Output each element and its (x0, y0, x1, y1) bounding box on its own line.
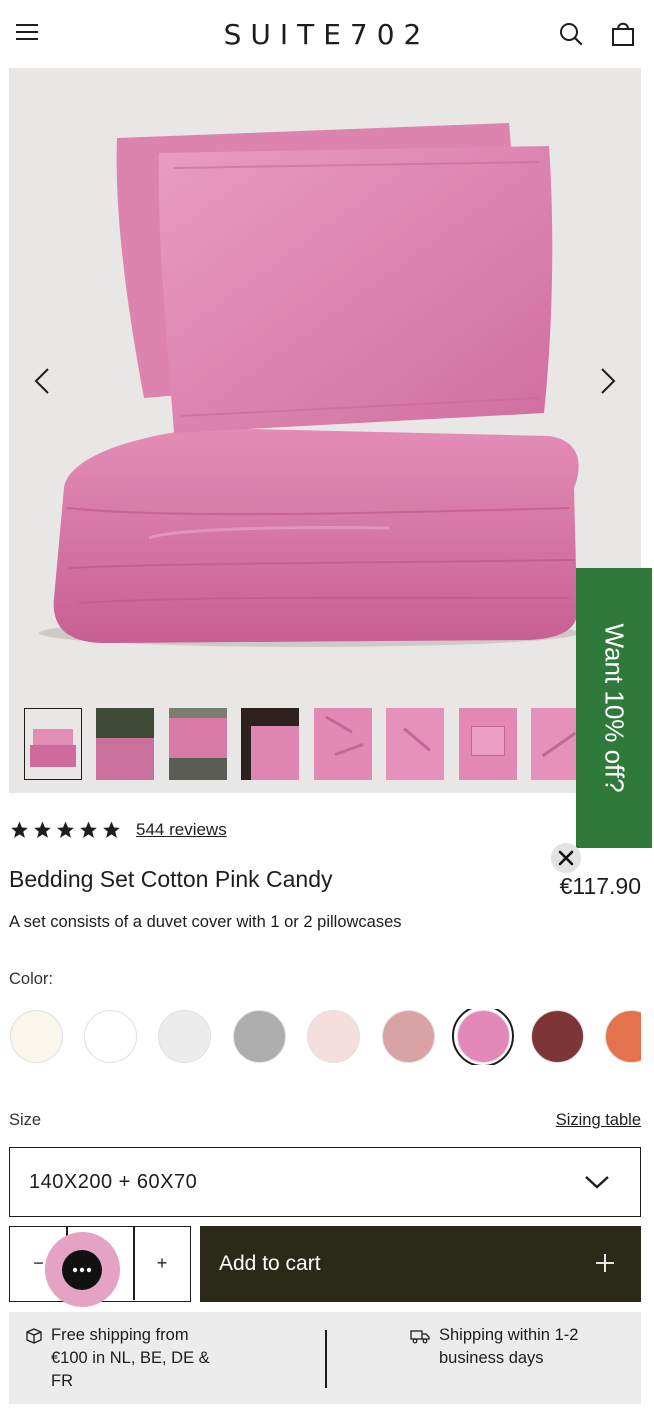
thumbnail-3[interactable] (168, 708, 227, 780)
truck-icon (410, 1330, 430, 1344)
size-select[interactable]: 140X200 + 60X70 (9, 1147, 641, 1217)
thumbnail-2[interactable] (96, 708, 155, 780)
sizing-table-link[interactable]: Sizing table (556, 1111, 641, 1130)
star-icon (34, 821, 51, 838)
color-swatches (9, 1009, 641, 1065)
discount-promo-tab[interactable]: Want 10% off? (576, 568, 652, 848)
add-to-cart-label: Add to cart (219, 1252, 321, 1275)
reviews-link[interactable]: 544 reviews (136, 820, 227, 840)
star-icon (57, 821, 74, 838)
chevron-right-icon[interactable] (589, 363, 625, 399)
star-icon (103, 821, 120, 838)
chevron-left-icon[interactable] (25, 363, 61, 399)
color-swatch-selected[interactable] (457, 1010, 510, 1063)
star-icon (11, 821, 28, 838)
site-header: SUITE702 (0, 0, 654, 68)
thumbnail-7[interactable] (458, 708, 517, 780)
shipping-info: Free shipping from €100 in NL, BE, DE & … (9, 1312, 641, 1404)
color-label: Color: (9, 970, 54, 988)
free-shipping-text: Free shipping from €100 in NL, BE, DE & … (51, 1326, 210, 1390)
thumbnail-strip (24, 708, 641, 782)
promo-text: Want 10% off? (599, 623, 630, 793)
quantity-increase-button[interactable]: + (135, 1227, 189, 1300)
color-swatch[interactable] (605, 1010, 641, 1063)
color-swatch[interactable] (10, 1010, 63, 1063)
search-icon[interactable] (557, 20, 585, 48)
color-swatch[interactable] (84, 1010, 137, 1063)
color-swatch[interactable] (382, 1010, 435, 1063)
star-icon (80, 821, 97, 838)
plus-icon (596, 1254, 614, 1272)
size-selected-value: 140X200 + 60X70 (29, 1171, 198, 1193)
thumbnail-4[interactable] (241, 708, 300, 780)
star-rating (9, 820, 122, 840)
product-gallery (9, 68, 641, 793)
product-title: Bedding Set Cotton Pink Candy (9, 866, 333, 892)
size-label: Size (9, 1111, 42, 1129)
color-swatch[interactable] (158, 1010, 211, 1063)
shipping-divider (325, 1330, 327, 1388)
product-price: €117.90 (559, 873, 641, 899)
box-icon (26, 1328, 42, 1344)
product-main-image[interactable] (9, 68, 641, 698)
chat-launcher[interactable] (45, 1232, 120, 1307)
shopping-bag-icon[interactable] (609, 20, 637, 48)
thumbnail-1[interactable] (24, 708, 82, 780)
add-to-cart-button[interactable]: Add to cart (200, 1226, 641, 1302)
close-icon[interactable] (551, 843, 581, 873)
color-swatch[interactable] (307, 1010, 360, 1063)
site-logo[interactable]: SUITE702 (0, 18, 654, 51)
reviews-row: 544 reviews (9, 818, 227, 842)
color-swatch[interactable] (531, 1010, 584, 1063)
chat-dots-icon (62, 1250, 102, 1290)
color-swatch[interactable] (233, 1010, 286, 1063)
delivery-time-text: Shipping within 1-2 business days (439, 1326, 579, 1367)
thumbnail-6[interactable] (386, 708, 445, 780)
thumbnail-5[interactable] (313, 708, 372, 780)
product-description: A set consists of a duvet cover with 1 o… (9, 913, 402, 931)
chevron-down-icon (585, 1176, 609, 1189)
